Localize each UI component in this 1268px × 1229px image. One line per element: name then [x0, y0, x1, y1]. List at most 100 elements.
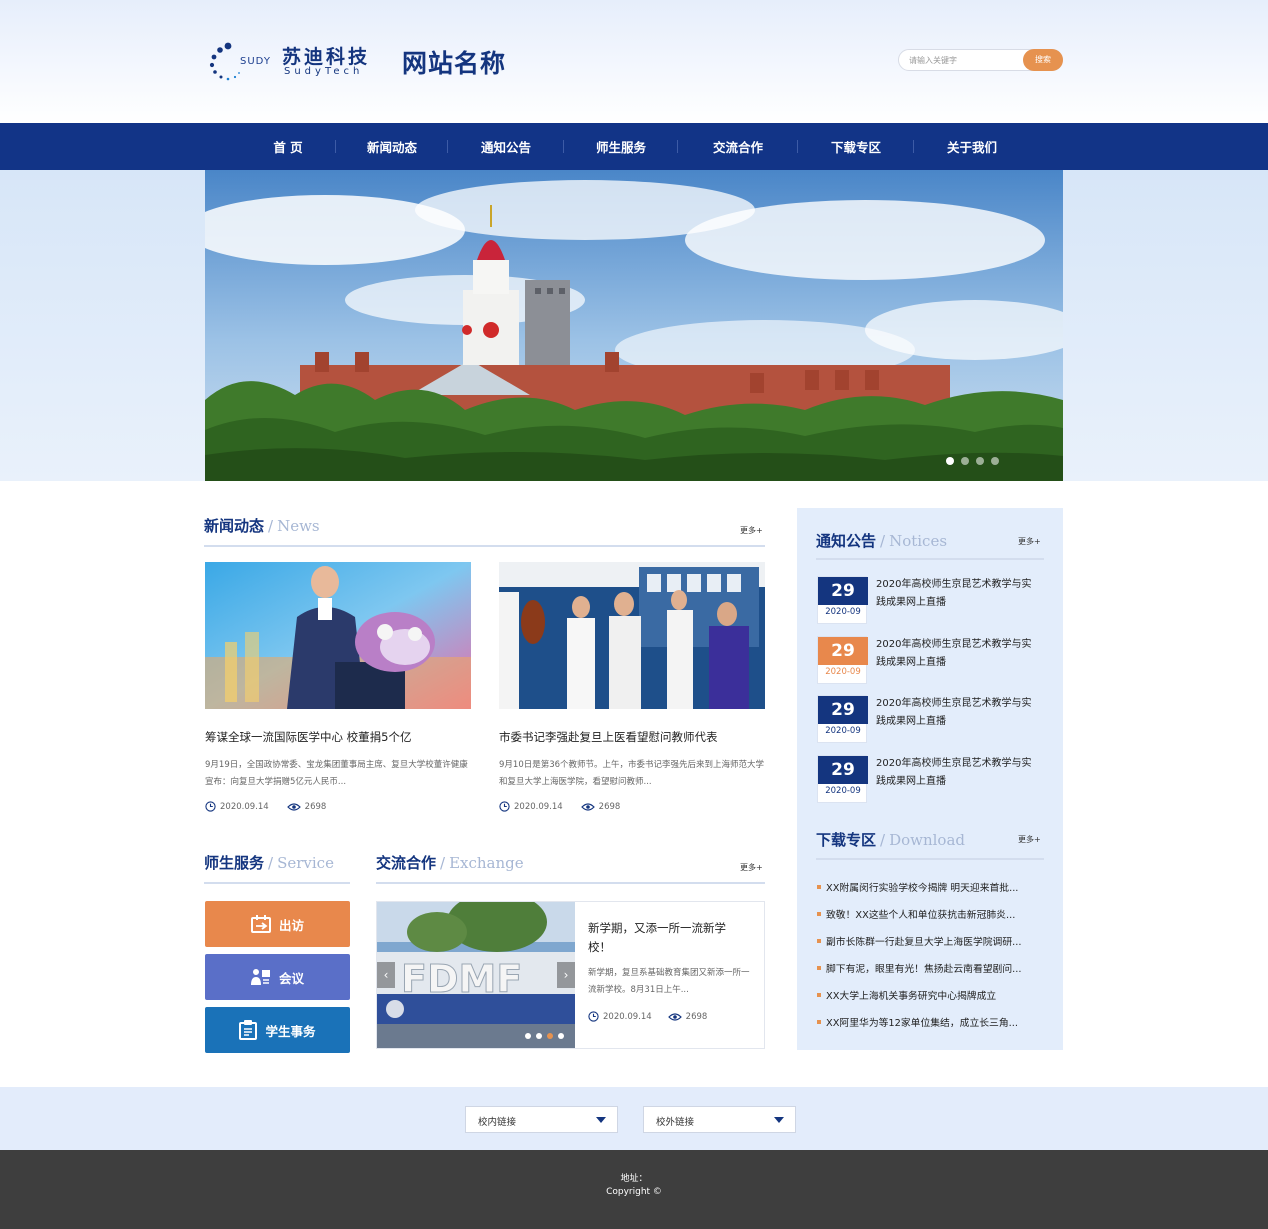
eye-icon: [580, 802, 595, 811]
exchange-date-text: 2020.09.14: [603, 1011, 652, 1022]
service-title-cn: 师生服务: [204, 854, 265, 872]
download-item[interactable]: XX阿里华为等12家单位集结，成立长三角...: [817, 1008, 1047, 1035]
notice-item[interactable]: 29 2020-09 2020年高校师生京昆艺术教学与实践成果网上直播: [817, 695, 1047, 743]
slider-next-button[interactable]: ›: [557, 962, 575, 988]
exchange-title-en: Exchange: [449, 854, 524, 872]
slider-dot[interactable]: [558, 1033, 564, 1039]
news-summary: 9月10日是第36个教师节。上午，市委书记李强先后来到上海师范大学和复旦大学上海…: [499, 760, 765, 787]
bullet-icon: [817, 992, 821, 997]
hero-banner[interactable]: [205, 170, 1063, 481]
download-list: XX附属闵行实验学校今揭牌 明天迎来首批... 致敬！XX这些个人和单位获抗击新…: [817, 873, 1047, 1035]
slider-dot[interactable]: [547, 1033, 553, 1039]
download-divider: [816, 858, 1044, 860]
download-item-label: XX附属闵行实验学校今揭牌 明天迎来首批...: [826, 882, 1019, 894]
download-item-label: 脚下有泥，眼里有光！焦扬赴云南看望剧问...: [826, 963, 1022, 975]
logo-cn-text: 苏迪科技: [282, 46, 371, 68]
exchange-title-cn: 交流合作: [376, 854, 437, 872]
banner-dot[interactable]: [961, 457, 969, 465]
news-card[interactable]: 市委书记李强赴复旦上医看望慰问教师代表 9月10日是第36个教师节。上午，市委书…: [499, 562, 765, 812]
news-card[interactable]: 筹谋全球一流国际医学中心 校董捐5个亿 9月19日，全国政协常委、宝龙集团董事局…: [205, 562, 471, 812]
banner-dot[interactable]: [991, 457, 999, 465]
news-summary: 9月19日，全国政协常委、宝龙集团董事局主席、复旦大学校董许健康宣布：向复旦大学…: [205, 760, 468, 787]
download-item[interactable]: XX大学上海机关事务研究中心揭牌成立: [817, 981, 1047, 1008]
download-item[interactable]: XX附属闵行实验学校今揭牌 明天迎来首批...: [817, 873, 1047, 900]
meeting-icon: [250, 968, 271, 986]
external-links-select[interactable]: 校外链接: [643, 1106, 796, 1133]
exchange-views: 2698: [667, 1011, 708, 1022]
notice-title[interactable]: 2020年高校师生京昆艺术教学与实践成果网上直播: [876, 576, 1041, 612]
exchange-title[interactable]: 新学期，又添一所一流新学校！: [588, 919, 748, 957]
clock-icon: [499, 801, 510, 812]
nav-item-home[interactable]: 首 页: [240, 123, 336, 170]
news-title[interactable]: 筹谋全球一流国际医学中心 校董捐5个亿: [205, 729, 471, 745]
notice-title[interactable]: 2020年高校师生京昆艺术教学与实践成果网上直播: [876, 636, 1041, 672]
news-image[interactable]: [499, 562, 765, 709]
exchange-more-link[interactable]: 更多+: [740, 862, 763, 873]
nav-item-label: 通知公告: [480, 140, 531, 155]
clock-icon: [588, 1011, 599, 1022]
download-item-label: XX阿里华为等12家单位集结，成立长三角...: [826, 1017, 1018, 1029]
download-item[interactable]: 副市长陈群一行赴复旦大学上海医学院调研...: [817, 927, 1047, 954]
date-badge: 29 2020-09: [817, 695, 868, 743]
clock-icon: [205, 801, 216, 812]
slider-dot[interactable]: [536, 1033, 542, 1039]
notice-item[interactable]: 29 2020-09 2020年高校师生京昆艺术教学与实践成果网上直播: [817, 576, 1047, 624]
exchange-section-title: 交流合作 / Exchange: [376, 852, 524, 882]
date-day: 29: [818, 696, 868, 724]
nav-item-notices[interactable]: 通知公告: [448, 123, 564, 170]
notice-item[interactable]: 29 2020-09 2020年高校师生京昆艺术教学与实践成果网上直播: [817, 755, 1047, 803]
news-image[interactable]: [205, 562, 471, 709]
download-item[interactable]: 脚下有泥，眼里有光！焦扬赴云南看望剧问...: [817, 954, 1047, 981]
news-date-text: 2020.09.14: [514, 801, 563, 812]
nav-item-service[interactable]: 师生服务: [564, 123, 678, 170]
news-date-text: 2020.09.14: [220, 801, 269, 812]
date-badge: 29 2020-09: [817, 755, 868, 803]
notice-title[interactable]: 2020年高校师生京昆艺术教学与实践成果网上直播: [876, 755, 1041, 791]
bullet-icon: [817, 965, 821, 970]
banner-dot[interactable]: [946, 457, 954, 465]
exchange-card[interactable]: FDMF ‹ › 新学期，又添一所一流新学校！ 新学期，复旦系基础教育集团又新添…: [376, 901, 765, 1049]
nav-item-exchange[interactable]: 交流合作: [678, 123, 798, 170]
notice-item[interactable]: 29 2020-09 2020年高校师生京昆艺术教学与实践成果网上直播: [817, 636, 1047, 684]
nav-item-about[interactable]: 关于我们: [914, 123, 1030, 170]
bullet-icon: [817, 884, 821, 889]
external-links-label: 校外链接: [656, 1117, 695, 1128]
search-button[interactable]: 搜索: [1023, 49, 1063, 71]
slider-pagination: [525, 1033, 564, 1039]
notices-section-title: 通知公告 / Notices: [816, 530, 947, 560]
nav-item-label: 下载专区: [830, 140, 881, 155]
news-meta: 2020.09.14 2698: [499, 801, 765, 812]
title-slash: /: [880, 831, 886, 849]
nav-item-news[interactable]: 新闻动态: [336, 123, 448, 170]
banner-dot[interactable]: [976, 457, 984, 465]
footer-copyright: Copyright ©: [606, 1187, 662, 1197]
nav-item-download[interactable]: 下载专区: [798, 123, 914, 170]
date-badge: 29 2020-09: [817, 576, 868, 624]
bullet-icon: [817, 938, 821, 943]
exchange-slider[interactable]: FDMF ‹ ›: [377, 902, 575, 1048]
chevron-down-icon: [774, 1117, 784, 1123]
download-item[interactable]: 致敬！XX这些个人和单位获抗击新冠肺炎...: [817, 900, 1047, 927]
service-button-student-affairs[interactable]: 学生事务: [205, 1007, 350, 1053]
nav-item-label: 交流合作: [712, 140, 763, 155]
search-input[interactable]: [909, 53, 1019, 68]
download-more-link[interactable]: 更多+: [1018, 834, 1041, 845]
news-title-cn: 新闻动态: [204, 517, 265, 535]
slider-dot[interactable]: [525, 1033, 531, 1039]
date-month: 2020-09: [825, 726, 861, 736]
exchange-date: 2020.09.14: [588, 1011, 652, 1022]
news-more-link[interactable]: 更多+: [740, 525, 763, 536]
service-button-visit[interactable]: 出访: [205, 901, 350, 947]
news-title[interactable]: 市委书记李强赴复旦上医看望慰问教师代表: [499, 729, 765, 745]
site-name: 网站名称: [402, 49, 507, 78]
notices-more-link[interactable]: 更多+: [1018, 536, 1041, 547]
title-slash: /: [440, 854, 446, 872]
slider-prev-button[interactable]: ‹: [377, 962, 395, 988]
internal-links-select[interactable]: 校内链接: [465, 1106, 618, 1133]
exchange-views-text: 2698: [685, 1011, 708, 1022]
news-title-en: News: [277, 517, 320, 535]
logo[interactable]: SUDY 苏迪科技 SudyTech: [208, 40, 378, 84]
notice-title[interactable]: 2020年高校师生京昆艺术教学与实践成果网上直播: [876, 695, 1041, 731]
service-button-meeting[interactable]: 会议: [205, 954, 350, 1000]
eye-icon: [286, 802, 301, 811]
